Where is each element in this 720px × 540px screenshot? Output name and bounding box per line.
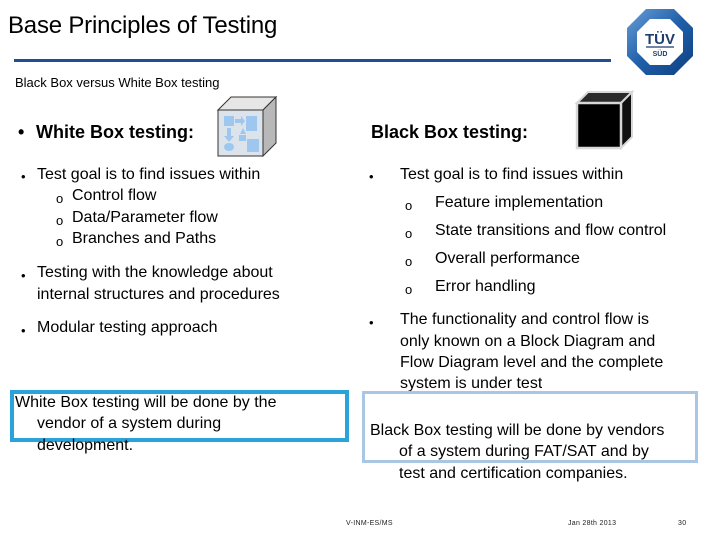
black-box-functionality-line: system is under test bbox=[400, 375, 543, 391]
black-box-goal-item: Feature implementation bbox=[435, 194, 604, 211]
black-box-goal: Test goal is to find issues within bbox=[400, 166, 624, 183]
white-box-conclusion-line1: White Box testing will be done by the bbox=[15, 394, 277, 411]
black-box-goal-item: Error handling bbox=[435, 278, 536, 295]
white-box-heading: • White Box testing: bbox=[18, 122, 194, 143]
white-box-conclusion-line2: vendor of a system during bbox=[37, 415, 222, 432]
logo-top-text: TÜV bbox=[645, 31, 675, 48]
tuv-sud-logo: TÜV SÜD bbox=[626, 8, 694, 76]
bullet-icon: • bbox=[21, 323, 26, 338]
sub-bullet-icon: o bbox=[405, 198, 413, 213]
tuv-octagon-icon: TÜV SÜD bbox=[627, 9, 693, 75]
white-box-goal-item: Control flow bbox=[72, 187, 157, 204]
bullet-icon: • bbox=[18, 122, 25, 142]
title-divider bbox=[14, 59, 611, 62]
sub-bullet-icon: o bbox=[405, 254, 413, 269]
sub-bullet-icon: o bbox=[405, 282, 413, 297]
black-box-heading: Black Box testing: bbox=[371, 122, 529, 142]
white-box-heading-text: White Box testing: bbox=[36, 122, 194, 142]
sub-bullet-icon: o bbox=[405, 226, 413, 241]
bullet-icon: • bbox=[21, 169, 26, 184]
black-box-conclusion-line1: Black Box testing will be done by vendor… bbox=[370, 422, 665, 439]
black-box-functionality-line: The functionality and control flow is bbox=[400, 311, 650, 328]
black-box-functionality-line: only known on a Block Diagram and bbox=[400, 333, 656, 350]
slide-title: Base Principles of Testing bbox=[8, 12, 278, 39]
black-box-goal-item: State transitions and flow control bbox=[435, 222, 667, 239]
logo-bottom-text: SÜD bbox=[653, 49, 668, 58]
black-box-conclusion-line3: test and certification companies. bbox=[399, 465, 628, 482]
sub-bullet-icon: o bbox=[56, 234, 64, 249]
bullet-icon: • bbox=[369, 169, 374, 184]
footer-department: V-INM-ES/MS bbox=[346, 520, 393, 527]
black-box-functionality-line: Flow Diagram level and the complete bbox=[400, 354, 664, 371]
white-box-knowledge-line2: internal structures and procedures bbox=[37, 286, 280, 303]
white-box-conclusion-line3: development. bbox=[37, 437, 134, 454]
footer-date: Jan 28th 2013 bbox=[568, 520, 617, 527]
black-box-conclusion-line2: of a system during FAT/SAT and by bbox=[399, 443, 649, 460]
slide-subtitle: Black Box versus White Box testing bbox=[15, 75, 220, 90]
white-box-goal: Test goal is to find issues within bbox=[37, 166, 261, 183]
bullet-icon: • bbox=[369, 315, 374, 330]
black-box-cube-icon bbox=[574, 89, 636, 151]
white-box-cube-icon bbox=[216, 95, 278, 158]
white-box-modular: Modular testing approach bbox=[37, 319, 218, 336]
sub-bullet-icon: o bbox=[56, 213, 64, 228]
white-box-knowledge-line1: Testing with the knowledge about bbox=[37, 264, 273, 281]
bullet-icon: • bbox=[21, 268, 26, 283]
black-box-goal-item: Overall performance bbox=[435, 250, 580, 267]
footer-page-number: 30 bbox=[678, 520, 687, 527]
sub-bullet-icon: o bbox=[56, 191, 64, 206]
white-box-goal-item: Branches and Paths bbox=[72, 230, 217, 247]
white-box-goal-item: Data/Parameter flow bbox=[72, 209, 218, 226]
